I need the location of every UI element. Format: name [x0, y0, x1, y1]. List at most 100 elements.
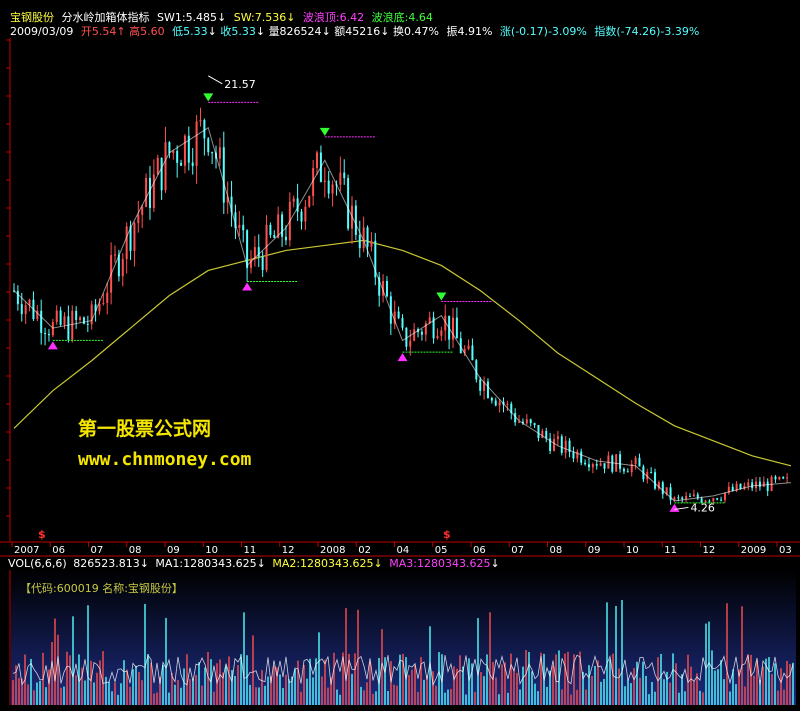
candle-body [98, 303, 101, 312]
candle-body [327, 180, 330, 194]
candle-body [471, 345, 474, 361]
event-marker: $ [38, 528, 46, 541]
low-label: 4.26 [690, 501, 715, 514]
candle-body [587, 464, 590, 468]
date-label: 11 [664, 545, 677, 556]
candle-body [467, 345, 470, 350]
candle-body [67, 316, 70, 340]
quote-open: 开5.54 [80, 25, 117, 38]
candle-body [164, 142, 167, 191]
candle-body [537, 425, 540, 439]
candle-body [44, 332, 47, 335]
candle-body [343, 172, 346, 179]
indicator-header: 宝钢股份 分水岭加箱体指标 SW1:5.485↓ SW:7.536↓ 波浪顶:6… [0, 11, 800, 25]
sw1-value: SW1:5.485 [157, 11, 218, 24]
candle-body [183, 135, 186, 166]
candle-body [688, 495, 691, 497]
wave-bottom-value: 波浪底:4.64 [371, 11, 433, 24]
candle-body [16, 290, 19, 305]
candle-body [529, 419, 532, 424]
quote-header: 2009/03/09 开5.54↑ 高5.60 低5.33↓ 收5.33↓ 量8… [0, 25, 800, 39]
candle-body [347, 178, 350, 229]
quote-amount: 额45216 [334, 25, 381, 38]
candle-body [125, 226, 128, 260]
volume-header: VOL(6,6,6) 826523.813↓ MA1:1280343.625↓ … [8, 557, 503, 571]
candle-body [133, 223, 136, 251]
quote-volume: 量826524 [268, 25, 322, 38]
candle-body [152, 174, 155, 208]
date-label: 09 [588, 545, 601, 556]
stock-code-line: 【代码:600019 名称:宝钢股份】 [20, 582, 183, 595]
date-label: 09 [167, 545, 180, 556]
candle-body [304, 206, 307, 222]
ma2-value: MA2:1280343.625 [272, 557, 374, 570]
candle-body [40, 310, 43, 333]
quote-index: 指数(-74.26)-3.39% [594, 25, 700, 38]
candle-body [207, 138, 210, 153]
ma3-arrow: ↓ [490, 557, 500, 570]
candle-body [498, 401, 501, 406]
candle-body [148, 177, 151, 208]
candle-body [758, 481, 761, 487]
ma1-value: MA1:1280343.625 [155, 557, 257, 570]
candle-body [591, 464, 594, 468]
candle-body [720, 499, 723, 501]
watermark-title: 第一股票公式网 [78, 418, 212, 440]
sw-value: SW:7.536 [233, 11, 287, 24]
candle-body [401, 318, 404, 328]
date-label: 2008 [320, 545, 345, 556]
candle-body [751, 482, 754, 489]
candle-body [114, 254, 117, 256]
ma2-arrow: ↓ [373, 557, 383, 570]
candle-body [366, 227, 369, 247]
candle-body [75, 310, 78, 320]
candle-body [455, 317, 458, 339]
candle-body [362, 227, 365, 249]
candle-body [778, 476, 781, 480]
wave-top-value: 波浪顶:6.42 [302, 11, 365, 24]
watermark-url: www.chnmoney.com [78, 449, 252, 470]
candle-body [323, 180, 326, 182]
candle-body [238, 224, 241, 229]
candle-body [242, 224, 245, 231]
date-label: 08 [129, 545, 142, 556]
quote-date: 2009/03/09 [10, 25, 74, 38]
sw1-arrow: ↓ [217, 11, 227, 24]
candle-body [269, 224, 272, 235]
candle-body [180, 162, 183, 166]
candle-body [106, 292, 109, 303]
date-label: 07 [511, 545, 524, 556]
candle-body [370, 240, 373, 247]
candle-body [518, 421, 521, 423]
date-label: 03 [779, 545, 792, 556]
candle-body [102, 302, 105, 304]
candle-body [436, 335, 439, 339]
event-marker: $ [443, 528, 451, 541]
candle-body [71, 310, 74, 340]
candle-body [541, 430, 544, 439]
candle-body [86, 323, 89, 325]
candle-body [490, 397, 493, 401]
candle-body [141, 206, 144, 215]
indicator-name: 分水岭加箱体指标 [61, 11, 150, 24]
stock-chart: 21.57 4.26 $ $ 2007 06 07 08 09 10 11 12 2008 02 04 05… [0, 0, 800, 711]
date-label: 07 [91, 545, 104, 556]
vol-label: VOL(6,6,6) [8, 557, 67, 570]
candle-body [156, 157, 159, 175]
candle-body [281, 214, 284, 237]
candle-body [160, 157, 163, 191]
close-arrow: ↓ [255, 25, 266, 38]
quote-high: 高5.60 [129, 25, 165, 38]
candle-body [506, 403, 509, 405]
date-label: 02 [358, 545, 371, 556]
candle-body [409, 340, 412, 347]
volume-arrow: ↓ [321, 25, 331, 38]
date-label: 05 [435, 545, 448, 556]
candle-body [79, 317, 82, 320]
candle-body [560, 436, 563, 453]
candle-body [494, 400, 497, 406]
candle-body [137, 214, 140, 224]
candle-body [766, 481, 769, 491]
candle-body [316, 152, 319, 168]
candle-body [755, 481, 758, 489]
